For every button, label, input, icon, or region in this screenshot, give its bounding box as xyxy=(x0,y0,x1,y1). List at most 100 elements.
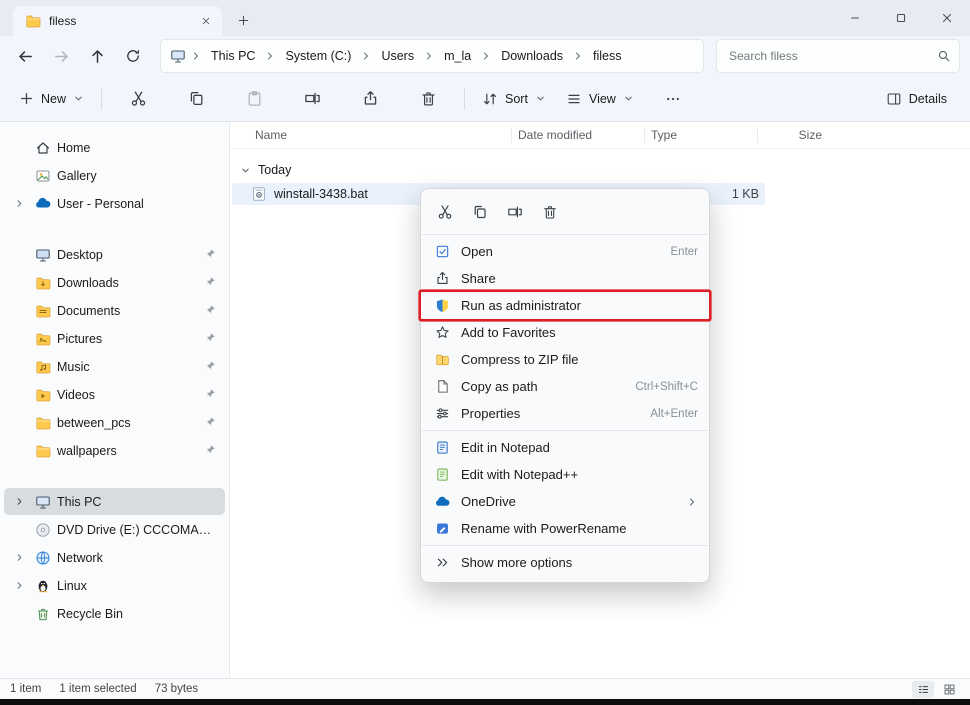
rename-button[interactable] xyxy=(284,82,340,116)
view-button-label: View xyxy=(589,92,616,106)
column-header-date-modified[interactable]: Date modified xyxy=(512,128,645,143)
up-button[interactable] xyxy=(80,40,114,72)
context-menu: Open Enter Share Run as administrator Ad… xyxy=(420,188,710,583)
sidebar-item-documents[interactable]: Documents xyxy=(4,297,225,324)
breadcrumb-item-this-pc[interactable]: This PC xyxy=(206,46,260,66)
sidebar-item-home[interactable]: Home xyxy=(4,134,225,161)
delete-button[interactable] xyxy=(536,198,564,226)
breadcrumb-item-filess[interactable]: filess xyxy=(588,46,626,66)
sidebar-item-dvd-drive[interactable]: DVD Drive (E:) CCCOMA_X64FRE_EN-US xyxy=(4,516,225,543)
context-menu-item-open[interactable]: Open Enter xyxy=(421,238,709,265)
sidebar-item-linux[interactable]: Linux xyxy=(4,572,225,599)
more-options-button[interactable] xyxy=(645,82,701,116)
breadcrumb-item-downloads[interactable]: Downloads xyxy=(496,46,568,66)
sidebar-item-desktop[interactable]: Desktop xyxy=(4,241,225,268)
menu-separator xyxy=(422,234,708,235)
sidebar-item-this-pc[interactable]: This PC xyxy=(4,488,225,515)
copy-button[interactable] xyxy=(466,198,494,226)
context-menu-item-onedrive[interactable]: OneDrive xyxy=(421,488,709,515)
context-menu-item-edit-with-notepad-plus-plus[interactable]: Edit with Notepad++ xyxy=(421,461,709,488)
sidebar-item-recycle-bin[interactable]: Recycle Bin xyxy=(4,600,225,627)
delete-button[interactable] xyxy=(400,82,456,116)
minimize-button[interactable] xyxy=(832,0,878,36)
new-button[interactable]: New xyxy=(10,82,93,116)
expand-chevron-icon[interactable] xyxy=(10,196,28,212)
sort-button-label: Sort xyxy=(505,92,528,106)
star-icon xyxy=(434,325,450,341)
notepad-icon xyxy=(434,440,450,456)
view-icon xyxy=(566,91,582,107)
context-menu-item-run-as-administrator[interactable]: Run as administrator xyxy=(421,292,709,319)
details-pane-button[interactable]: Details xyxy=(877,82,956,116)
this-pc-icon xyxy=(169,48,186,65)
explorer-tab[interactable]: filess xyxy=(13,6,222,36)
view-button[interactable]: View xyxy=(557,82,643,116)
sidebar-item-downloads[interactable]: Downloads xyxy=(4,269,225,296)
new-button-label: New xyxy=(41,92,66,106)
back-button[interactable] xyxy=(8,40,42,72)
paste-button[interactable] xyxy=(226,82,282,116)
search-input[interactable] xyxy=(727,48,937,64)
copy-as-path-icon xyxy=(434,379,450,395)
chevron-right-icon xyxy=(572,50,584,62)
maximize-button[interactable] xyxy=(878,0,924,36)
folder-icon xyxy=(34,386,51,403)
context-menu-item-rename-with-powerrename[interactable]: Rename with PowerRename xyxy=(421,515,709,542)
cut-icon xyxy=(437,204,453,220)
thumbnail-view-icon xyxy=(943,683,956,696)
ellipsis-icon xyxy=(665,91,681,107)
sidebar-item-music[interactable]: Music xyxy=(4,353,225,380)
context-menu-item-show-more-options[interactable]: Show more options xyxy=(421,549,709,576)
breadcrumb-item-user[interactable]: m_la xyxy=(439,46,476,66)
column-header-name[interactable]: Name xyxy=(230,128,512,143)
breadcrumb-item-users[interactable]: Users xyxy=(376,46,419,66)
thumbnail-view-button[interactable] xyxy=(938,681,960,698)
window-controls xyxy=(832,0,970,36)
sidebar-item-pictures[interactable]: Pictures xyxy=(4,325,225,352)
pin-icon xyxy=(204,360,217,373)
refresh-button[interactable] xyxy=(116,40,150,72)
forward-button[interactable] xyxy=(44,40,78,72)
share-button[interactable] xyxy=(342,82,398,116)
powerrename-icon xyxy=(434,521,450,537)
sidebar-item-user-personal[interactable]: User - Personal xyxy=(4,190,225,217)
sidebar-item-wallpapers[interactable]: wallpapers xyxy=(4,437,225,464)
details-pane-label: Details xyxy=(909,92,947,106)
context-menu-item-properties[interactable]: Properties Alt+Enter xyxy=(421,400,709,427)
folder-icon xyxy=(24,13,41,30)
details-view-button[interactable] xyxy=(912,681,934,698)
sort-button[interactable]: Sort xyxy=(473,82,555,116)
cut-button[interactable] xyxy=(110,82,166,116)
close-button[interactable] xyxy=(924,0,970,36)
expand-chevron-icon[interactable] xyxy=(10,578,28,594)
column-header-type[interactable]: Type xyxy=(645,128,758,143)
folder-icon xyxy=(34,414,51,431)
context-menu-item-copy-as-path[interactable]: Copy as path Ctrl+Shift+C xyxy=(421,373,709,400)
open-icon xyxy=(434,244,450,260)
status-size: 73 bytes xyxy=(155,683,198,695)
new-tab-button[interactable] xyxy=(230,7,256,33)
cut-button[interactable] xyxy=(431,198,459,226)
uac-shield-icon xyxy=(434,298,450,314)
sidebar-item-between-pcs[interactable]: between_pcs xyxy=(4,409,225,436)
sidebar-item-gallery[interactable]: Gallery xyxy=(4,162,225,189)
sidebar-item-network[interactable]: Network xyxy=(4,544,225,571)
column-header-size[interactable]: Size xyxy=(758,128,828,143)
context-menu-item-add-to-favorites[interactable]: Add to Favorites xyxy=(421,319,709,346)
expand-chevron-icon[interactable] xyxy=(10,550,28,566)
file-explorer-window: filess xyxy=(0,0,970,703)
rename-button[interactable] xyxy=(501,198,529,226)
group-header-today[interactable]: Today xyxy=(230,157,970,183)
collapse-chevron-icon xyxy=(240,165,251,176)
copy-button[interactable] xyxy=(168,82,224,116)
tab-close-button[interactable] xyxy=(196,11,216,31)
expand-chevron-icon[interactable] xyxy=(10,494,28,510)
context-menu-item-share[interactable]: Share xyxy=(421,265,709,292)
sidebar-item-videos[interactable]: Videos xyxy=(4,381,225,408)
chevron-right-icon xyxy=(190,50,202,62)
context-menu-item-compress-to-zip[interactable]: Compress to ZIP file xyxy=(421,346,709,373)
gallery-icon xyxy=(34,167,51,184)
chevron-down-icon xyxy=(535,93,546,104)
context-menu-item-edit-in-notepad[interactable]: Edit in Notepad xyxy=(421,434,709,461)
breadcrumb-item-system-c[interactable]: System (C:) xyxy=(280,46,356,66)
